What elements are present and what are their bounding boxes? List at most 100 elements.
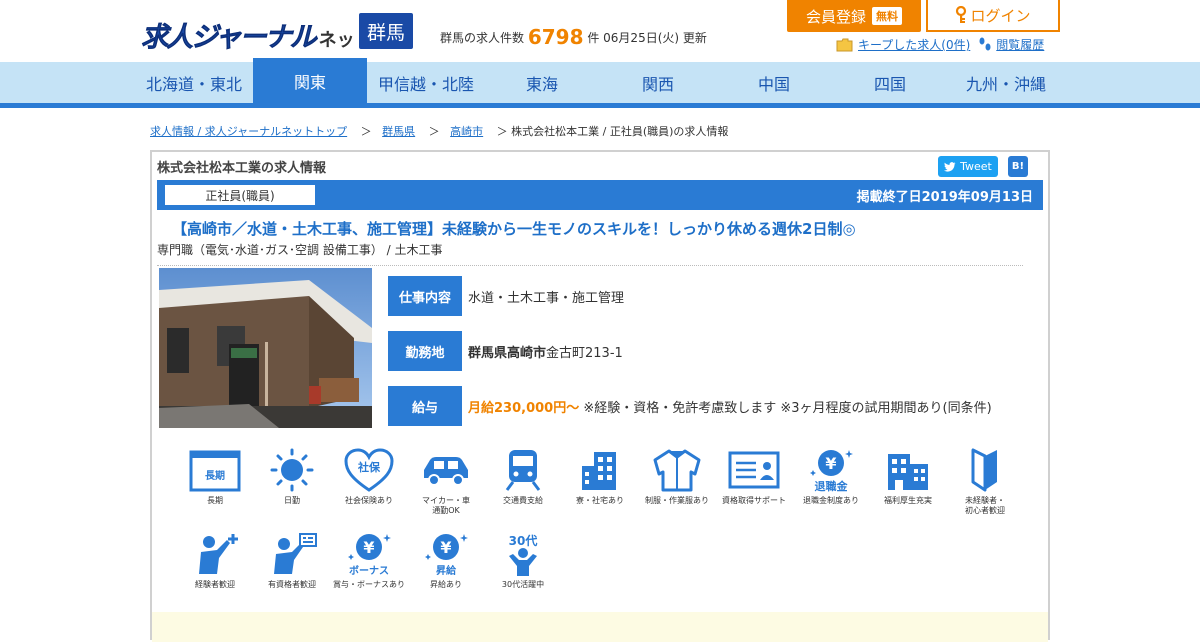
feature-qualified-welcome: 有資格者歓迎 — [255, 532, 329, 590]
nav-item-shikoku[interactable]: 四国 — [832, 62, 948, 103]
salary-amount: 月給230,000円～ — [468, 400, 580, 416]
feature-label: 社会保険あり — [345, 496, 393, 505]
divider — [157, 265, 1023, 266]
feature-beginner-welcome: 未経験者・ 初心者歓迎 — [948, 448, 1022, 516]
feature-day-shift: 日勤 — [255, 448, 329, 506]
nav-item-tokai[interactable]: 東海 — [484, 62, 600, 103]
register-button[interactable]: 会員登録 無料 — [787, 0, 921, 32]
prefecture-badge[interactable]: 群馬 — [359, 13, 413, 49]
info-value-text: 水道・土木工事・施工管理 — [468, 290, 625, 306]
breadcrumb-link-gunma[interactable]: 群馬県 — [382, 125, 415, 138]
breadcrumb-link-top[interactable]: 求人情報 / 求人ジャーナルネットトップ — [150, 125, 347, 138]
breadcrumb-current: 株式会社松本工業 / 正社員(職員)の求人情報 — [511, 125, 729, 138]
site-logo[interactable]: 求人ジャーナル ネット — [141, 14, 373, 54]
info-row-salary: 給与 月給230,000円～ ※経験・資格・免許考慮致します ※3ヶ月程度の試用… — [388, 386, 992, 426]
info-value-bold: 群馬県高崎市 — [468, 345, 547, 361]
qualified-person-icon — [274, 533, 317, 574]
region-nav: 北海道・東北 関東 甲信越・北陸 東海 関西 中国 四国 九州・沖縄 — [0, 58, 1200, 108]
feature-car-commute: マイカー・車 通勤OK — [409, 448, 483, 516]
twitter-bird-icon — [944, 161, 956, 172]
nav-item-koshinetsu-hokuriku[interactable]: 甲信越・北陸 — [368, 62, 484, 103]
feature-label: 日勤 — [284, 496, 300, 505]
breadcrumb-separator: ＞ — [360, 125, 372, 138]
feature-experienced-welcome: 経験者歓迎 — [178, 532, 252, 590]
feature-label: 福利厚生充実 — [884, 496, 932, 505]
car-icon — [424, 457, 468, 486]
svg-text:¥: ¥ — [825, 454, 836, 473]
nav-item-kyushu-okinawa[interactable]: 九州・沖縄 — [948, 62, 1064, 103]
feature-long-term: 長期 長期 — [178, 448, 252, 506]
feature-label: 制服・作業服あり — [645, 496, 709, 505]
history-link[interactable]: 閲覧履歴 — [996, 36, 1044, 53]
tweet-button[interactable]: Tweet — [938, 156, 998, 177]
feature-qualification-support: 資格取得サポート — [717, 448, 791, 506]
sun-icon — [270, 448, 314, 492]
breadcrumb-link-takasaki[interactable]: 高崎市 — [450, 125, 483, 138]
job-count: 群馬の求人件数 6798 件 06月25日(火) 更新 — [440, 25, 707, 49]
feature-label: 長期 — [207, 496, 223, 505]
free-badge: 無料 — [872, 7, 902, 25]
breadcrumb: 求人情報 / 求人ジャーナルネットトップ ＞ 群馬県 ＞ 高崎市 ＞ 株式会社松… — [150, 123, 728, 139]
nav-item-chugoku[interactable]: 中国 — [716, 62, 832, 103]
calendar-badge-text: 長期 — [205, 469, 225, 482]
building-icon — [582, 452, 616, 490]
footprint-icon — [979, 37, 991, 50]
info-label-job-description: 仕事内容 — [388, 276, 462, 316]
job-headline[interactable]: 【高崎市／水道・土木工事、施工管理】未経験から一生モノのスキルを！しっかり休める… — [172, 218, 856, 239]
breadcrumb-separator: ＞ — [428, 125, 440, 138]
login-button[interactable]: ログイン — [926, 0, 1060, 32]
feature-welfare: 福利厚生充実 — [871, 448, 945, 506]
register-label: 会員登録 — [805, 7, 866, 26]
info-label-salary: 給与 — [388, 386, 462, 426]
tweet-label: Tweet — [960, 160, 992, 173]
svg-text:¥: ¥ — [440, 538, 451, 557]
svg-text:¥: ¥ — [363, 538, 374, 557]
nav-item-hokkaido-tohoku[interactable]: 北海道・東北 — [136, 62, 252, 103]
bonus-badge-text: ボーナス — [349, 564, 389, 576]
breadcrumb-separator: ＞ — [496, 125, 508, 138]
folder-icon — [836, 38, 853, 51]
calendar-long-icon: 長期 — [189, 450, 241, 492]
retirement-badge-text: 退職金 — [815, 479, 849, 492]
job-category: 専門職（電気･水道･ガス･空調 設備工事） / 土木工事 — [157, 243, 443, 257]
employment-type: 正社員(職員) — [165, 185, 315, 205]
login-label: ログイン — [970, 6, 1031, 25]
job-count-number: 6798 — [527, 25, 584, 49]
feature-label: 経験者歓迎 — [195, 580, 235, 589]
job-status-bar: 正社員(職員) 掲載終了日2019年09月13日 — [157, 180, 1043, 210]
bonus-yen-icon: ¥ ボーナス — [348, 534, 391, 576]
job-count-prefix: 群馬の求人件数 — [440, 31, 525, 45]
thirties-badge-text: 30代 — [509, 533, 538, 548]
beginner-mark-icon — [971, 448, 997, 492]
info-row-job-description: 仕事内容 水道・土木工事・施工管理 — [388, 276, 624, 316]
key-icon — [956, 6, 967, 23]
user-util-links: キープした求人(0件) 閲覧履歴 — [836, 36, 1044, 53]
card-title: 株式会社松本工業の求人情報 — [157, 161, 327, 176]
bottom-highlight-strip — [152, 612, 1048, 642]
job-card: 株式会社松本工業の求人情報 Tweet B! 正社員(職員) 掲載終了日2019… — [150, 150, 1050, 642]
salary-notes: ※経験・資格・免許考慮致します ※3ヶ月程度の試用期間あり(同条件) — [579, 400, 992, 416]
info-value-location: 群馬県高崎市金古町213-1 — [468, 342, 623, 361]
info-label-location: 勤務地 — [388, 331, 462, 371]
info-value-job-description: 水道・土木工事・施工管理 — [468, 287, 624, 306]
raise-yen-icon: ¥ 昇給 — [425, 534, 468, 576]
feature-pay-raise: ¥ 昇給 昇給あり — [409, 532, 483, 590]
nav-item-kanto[interactable]: 関東 — [253, 58, 367, 104]
thirties-person-icon: 30代 — [509, 533, 538, 576]
retirement-yen-icon: ¥ 退職金 — [810, 450, 853, 492]
feature-label: 賞与・ボーナスあり — [333, 580, 405, 589]
raise-badge-text: 昇給 — [436, 564, 457, 576]
logo-text: 求人ジャーナル — [141, 22, 317, 54]
info-value-text: 金古町213-1 — [546, 345, 623, 361]
feature-bonus: ¥ ボーナス 賞与・ボーナスあり — [332, 532, 406, 590]
uniform-icon — [653, 449, 701, 492]
train-icon — [505, 450, 541, 491]
info-row-location: 勤務地 群馬県高崎市金古町213-1 — [388, 331, 623, 371]
feature-label: 交通費支給 — [503, 496, 543, 505]
hatena-bookmark-button[interactable]: B! — [1008, 156, 1028, 177]
kept-jobs-link[interactable]: キープした求人(0件) — [858, 36, 970, 53]
feature-label: 資格取得サポート — [722, 496, 786, 505]
heart-insurance-icon: 社保 — [344, 448, 394, 492]
heart-badge-text: 社保 — [357, 460, 381, 474]
nav-item-kansai[interactable]: 関西 — [600, 62, 716, 103]
